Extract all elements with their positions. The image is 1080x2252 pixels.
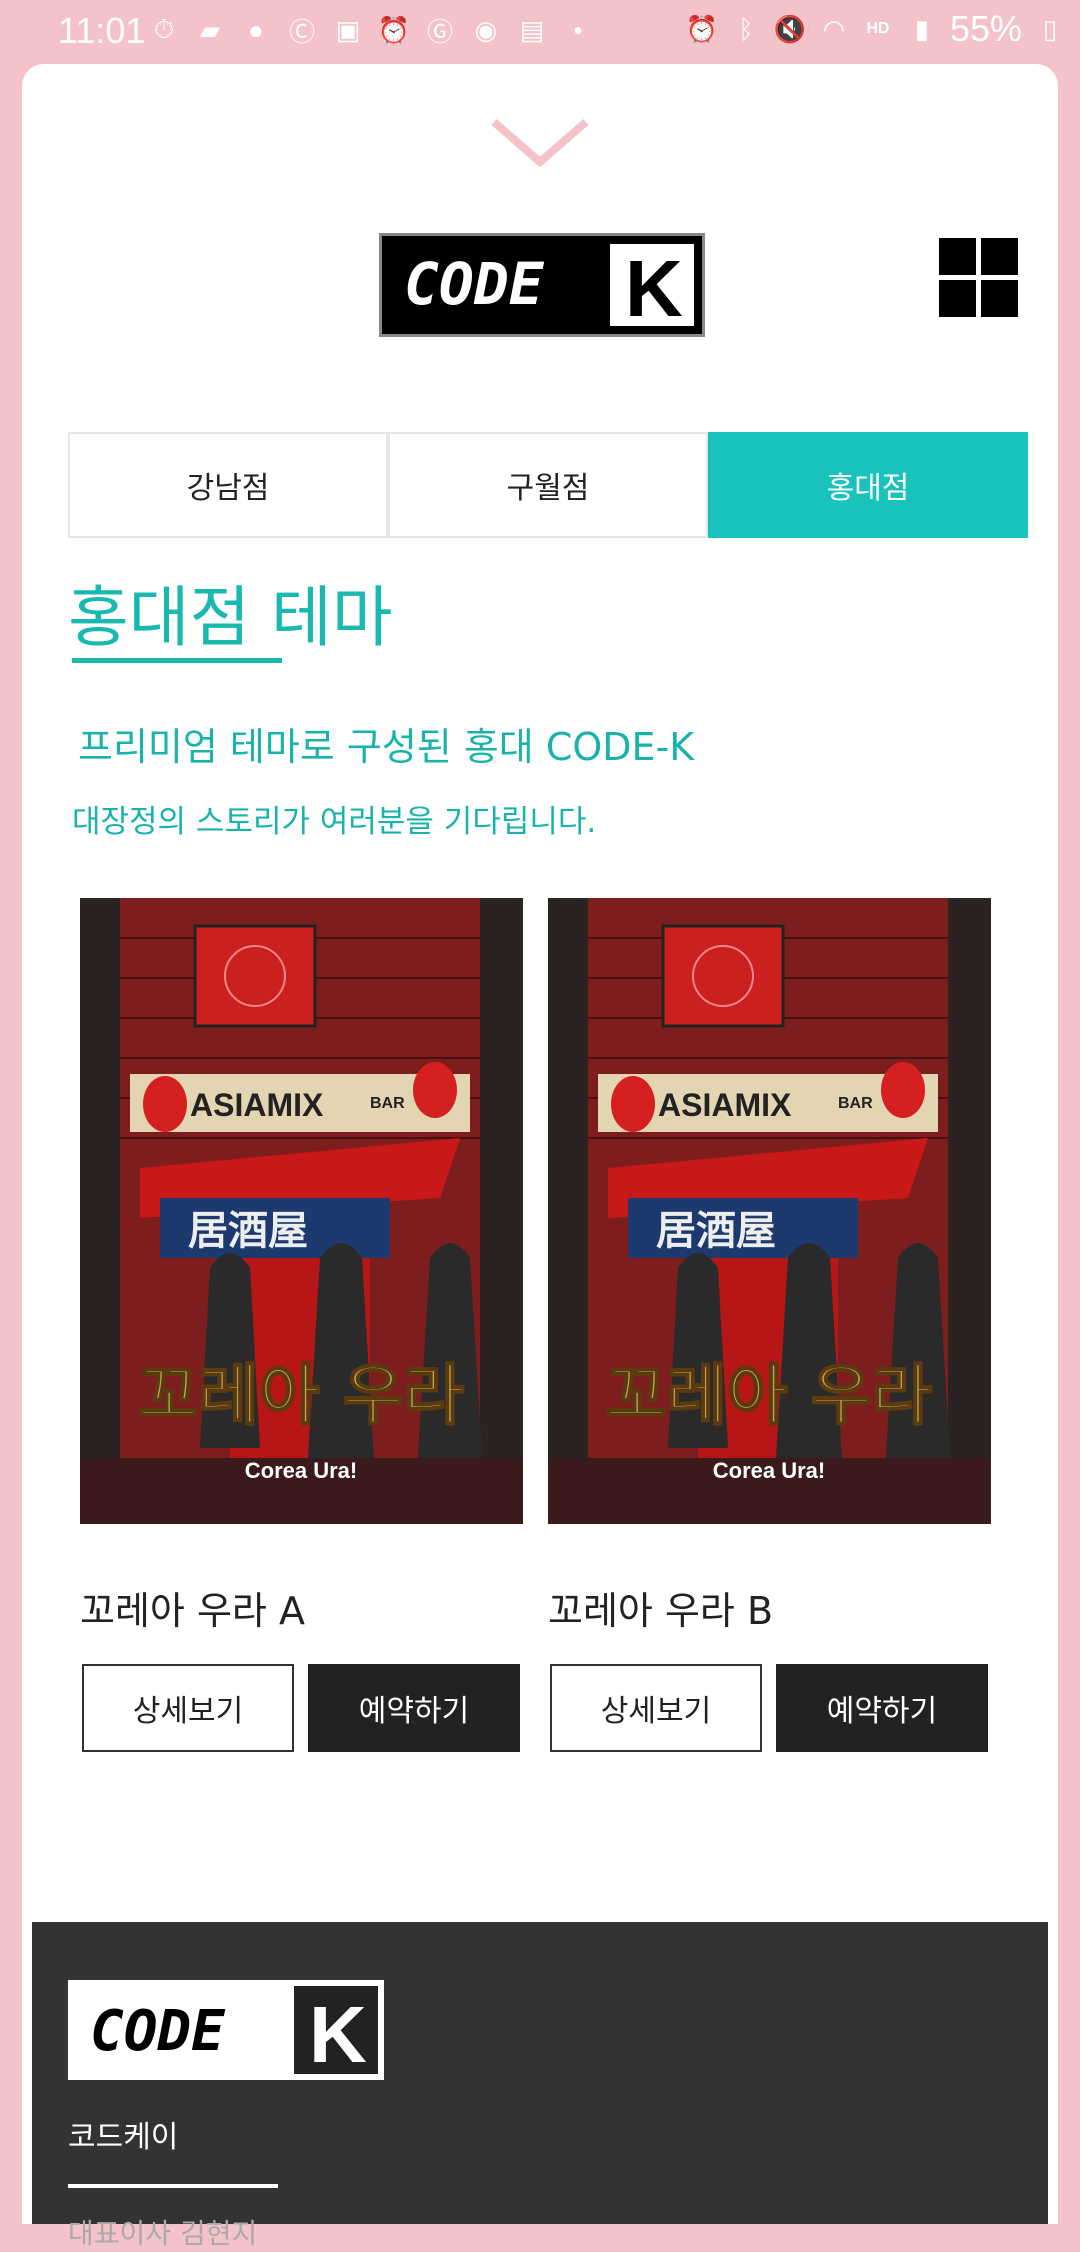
status-time: 11:01 [58, 10, 146, 51]
theme-name: 꼬레아 우라 A [80, 1589, 305, 1633]
section-description: 대장정의 스토리가 여러분을 기다립니다. [72, 804, 597, 840]
collapse-chevron-icon[interactable] [490, 118, 590, 178]
svg-text:꼬레아 우라: 꼬레아 우라 [606, 1357, 933, 1434]
battery-percent: 55% [949, 8, 1022, 49]
detail-button[interactable]: 상세보기 [550, 1664, 762, 1752]
logo-text: CODE [404, 250, 545, 318]
chat-icon: ▣ [335, 14, 361, 45]
title-underline [72, 658, 282, 663]
svg-text:Corea Ura!: Corea Ura! [713, 1458, 825, 1483]
logo-letter: K [625, 244, 683, 333]
code-k-logo[interactable]: CODE K [379, 233, 705, 337]
google-icon: Ⓖ [426, 16, 453, 47]
svg-text:K: K [309, 1990, 367, 2079]
svg-text:ASIAMIX: ASIAMIX [658, 1087, 792, 1123]
svg-text:BAR: BAR [370, 1095, 405, 1112]
tab-hongdae[interactable]: 홍대점 [708, 432, 1028, 538]
c-icon: Ⓒ [288, 16, 315, 47]
clipboard-icon: ▤ [519, 14, 545, 45]
section-title: 홍대점 테마 [68, 579, 393, 656]
svg-text:꼬레아 우라: 꼬레아 우라 [138, 1357, 465, 1434]
footer-divider [68, 2184, 278, 2188]
tab-guwol[interactable]: 구월점 [388, 432, 708, 538]
bluetooth-icon: ᛒ [738, 13, 754, 44]
svg-text:Corea Ura!: Corea Ura! [245, 1458, 357, 1483]
alarm-icon: ⏰ [377, 14, 411, 45]
theme-poster[interactable]: ASIAMIX BAR 居酒屋 꼬레아 우라 Corea Ura! [548, 898, 991, 1524]
system-icons: ⏰ ᛒ 🔇 ◠ HD ▮ 55% ▯ [686, 8, 1066, 50]
message-icon: ▰ [200, 14, 220, 45]
footer: CODE K 코드케이 대표이사 김현지 [32, 1922, 1048, 2250]
footer-info-text: 대표이사 김현지 [68, 2217, 258, 2250]
hd-voice-icon: HD [866, 20, 890, 37]
svg-text:居酒屋: 居酒屋 [188, 1207, 308, 1254]
svg-text:居酒屋: 居酒屋 [656, 1207, 776, 1254]
signal-icon: ▮ [914, 13, 930, 44]
footer-company-name: 코드케이 [68, 2120, 179, 2155]
reserve-button[interactable]: 예약하기 [776, 1664, 988, 1752]
notification-icons: ⏱ ▰ ● Ⓒ ▣ ⏰ Ⓖ ◉ ▤ • [148, 14, 594, 47]
theme-poster[interactable]: ASIAMIX BAR 居酒屋 꼬레아 우라 Corea Ura! [80, 898, 523, 1524]
svg-text:BAR: BAR [838, 1095, 873, 1112]
footer-logo[interactable]: CODE K [68, 1980, 384, 2080]
svg-text:ASIAMIX: ASIAMIX [190, 1087, 324, 1123]
status-bar: 11:01 ⏱ ▰ ● Ⓒ ▣ ⏰ Ⓖ ◉ ▤ • ⏰ ᛒ 🔇 ◠ HD ▮ 5… [0, 0, 1080, 62]
tab-gangnam[interactable]: 강남점 [68, 432, 388, 538]
battery-icon: ▯ [1042, 13, 1058, 44]
wifi-icon: ◠ [822, 13, 846, 44]
talk-icon: ● [248, 14, 264, 45]
page-card: CODE K 강남점 구월점 홍대점 홍대점 테마 프리미엄 테마로 구성된 홍… [22, 64, 1058, 2250]
reserve-button[interactable]: 예약하기 [308, 1664, 520, 1752]
dot-icon: • [573, 14, 583, 45]
alarm-icon: ⏰ [685, 13, 719, 44]
timer-icon: ⏱ [153, 14, 175, 44]
branch-tabs: 강남점 구월점 홍대점 [68, 432, 1028, 538]
svg-text:CODE: CODE [90, 1999, 226, 2064]
menu-grid-icon[interactable] [939, 238, 1019, 318]
detail-button[interactable]: 상세보기 [82, 1664, 294, 1752]
mute-icon: 🔇 [773, 13, 807, 44]
theme-name: 꼬레아 우라 B [548, 1589, 774, 1633]
section-subtitle: 프리미엄 테마로 구성된 홍대 CODE-K [78, 725, 695, 769]
avatar-icon: ◉ [474, 14, 498, 45]
